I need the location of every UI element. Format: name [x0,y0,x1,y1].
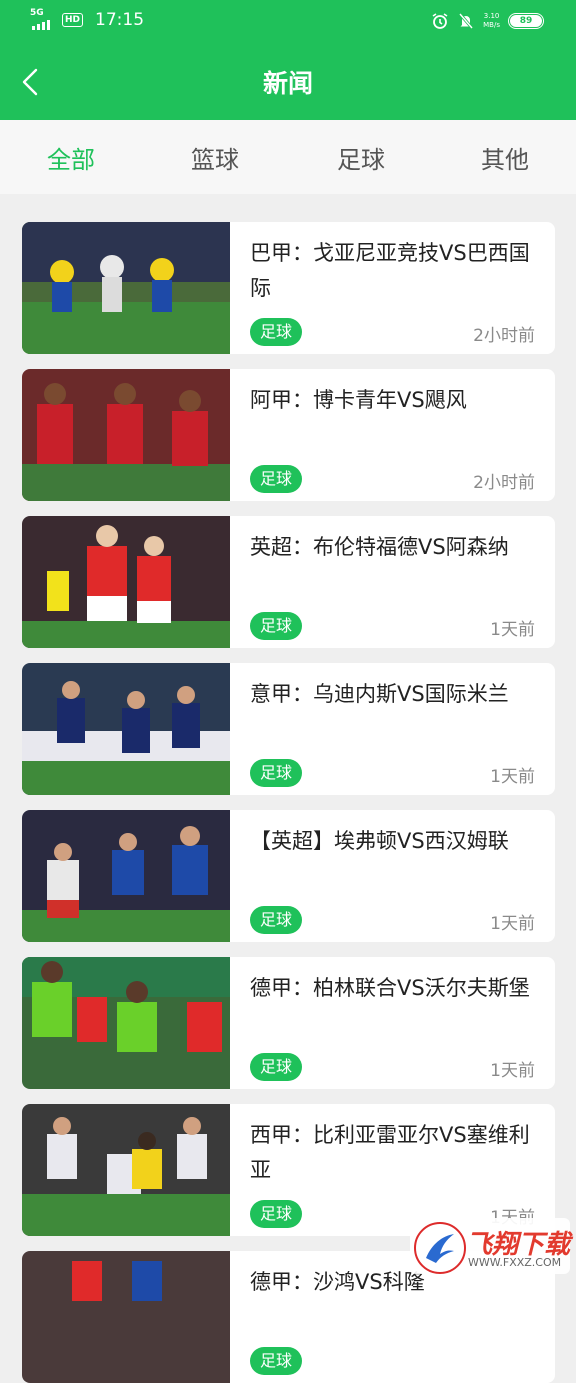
tab-other[interactable]: 其他 [460,140,550,175]
news-card[interactable]: 【英超】埃弗顿VS西汉姆联 足球 1天前 [22,810,555,942]
tab-all[interactable]: 全部 [26,140,116,175]
mute-icon [459,13,474,29]
category-tabs: 全部 篮球 足球 其他 [0,120,576,194]
news-thumbnail [22,957,230,1089]
news-card[interactable]: 英超：布伦特福德VS阿森纳 足球 1天前 [22,516,555,648]
status-time: 17:15 [95,10,145,30]
category-badge: 足球 [250,1347,303,1375]
category-badge: 足球 [250,612,303,640]
watermark-logo-icon [414,1222,466,1274]
status-bar: 5G HD 17:15 3.10 MB/s 89 [0,0,576,44]
category-badge: 足球 [250,906,303,934]
category-badge: 足球 [250,318,303,346]
app-header: 5G HD 17:15 3.10 MB/s 89 新闻 [0,0,576,120]
news-card[interactable]: 巴甲：戈亚尼亚竞技VS巴西国际 足球 2小时前 [22,222,555,354]
news-title: 西甲：比利亚雷亚尔VS塞维利亚 [250,1123,530,1182]
news-card[interactable]: 德甲：柏林联合VS沃尔夫斯堡 足球 1天前 [22,957,555,1089]
news-thumbnail [22,663,230,795]
site-watermark: 飞翔下载 WWW.FXXZ.COM [410,1218,570,1274]
news-time: 2小时前 [473,473,535,493]
news-thumbnail [22,516,230,648]
news-title: 【英超】埃弗顿VS西汉姆联 [250,829,509,853]
hd-badge: HD [62,13,84,27]
battery-level: 89 [519,16,533,26]
news-time: 1天前 [490,914,535,934]
news-title: 英超：布伦特福德VS阿森纳 [250,535,509,559]
network-speed: 3.10 MB/s [483,12,500,29]
news-time: 1天前 [490,1061,535,1081]
news-time: 2小时前 [473,326,535,346]
category-badge: 足球 [250,1053,303,1081]
news-card[interactable]: 意甲：乌迪内斯VS国际米兰 足球 1天前 [22,663,555,795]
category-badge: 足球 [250,759,303,787]
tab-basketball[interactable]: 篮球 [170,140,260,175]
news-time: 1天前 [490,620,535,640]
news-card[interactable]: 西甲：比利亚雷亚尔VS塞维利亚 足球 1天前 [22,1104,555,1236]
news-thumbnail [22,1104,230,1236]
news-thumbnail [22,1251,230,1383]
category-badge: 足球 [250,465,303,493]
news-title: 巴甲：戈亚尼亚竞技VS巴西国际 [250,241,530,300]
category-badge: 足球 [250,1200,303,1228]
news-thumbnail [22,369,230,501]
news-title: 意甲：乌迪内斯VS国际米兰 [250,682,509,706]
news-title: 德甲：柏林联合VS沃尔夫斯堡 [250,976,530,1000]
news-card[interactable]: 阿甲：博卡青年VS飓风 足球 2小时前 [22,369,555,501]
page-title: 新闻 [262,69,313,98]
news-thumbnail [22,810,230,942]
alarm-icon [432,13,448,29]
cellular-signal-icon: 5G [30,8,56,30]
battery-icon: 89 [508,13,544,29]
news-thumbnail [22,222,230,354]
news-title: 阿甲：博卡青年VS飓风 [250,388,467,412]
tab-football[interactable]: 足球 [316,140,406,175]
news-time: 1天前 [490,767,535,787]
